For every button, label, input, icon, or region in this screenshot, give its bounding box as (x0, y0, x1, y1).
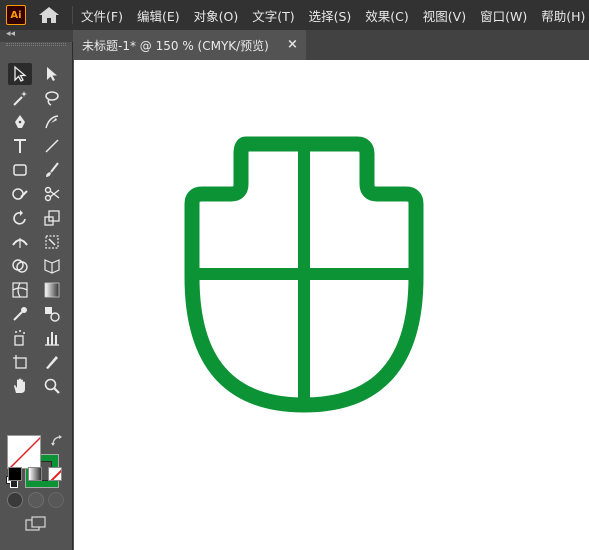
menu-effect[interactable]: 效果(C) (365, 6, 408, 25)
shape-builder-tool-icon[interactable] (8, 255, 32, 277)
app-logo: Ai (6, 5, 26, 25)
fill-color-swatch[interactable] (7, 435, 41, 469)
type-tool-icon[interactable] (8, 135, 32, 157)
document-tab-bar: 未标题-1* @ 150 % (CMYK/预览) × (74, 30, 589, 60)
screen-mode-icon[interactable] (25, 516, 47, 532)
symbol-sprayer-tool-icon[interactable] (8, 327, 32, 349)
gradient-mode-icon[interactable] (28, 467, 42, 481)
lasso-tool-icon[interactable] (40, 87, 64, 109)
slice-tool-icon[interactable] (40, 351, 64, 373)
mesh-tool-icon[interactable] (8, 279, 32, 301)
eyedropper-tool-icon[interactable] (8, 303, 32, 325)
shaper-tool-icon[interactable] (8, 183, 32, 205)
swap-fill-stroke-icon[interactable] (50, 434, 64, 448)
perspective-grid-tool-icon[interactable] (40, 255, 64, 277)
rectangle-tool-icon[interactable] (8, 159, 32, 181)
menu-divider (72, 6, 73, 24)
menu-help[interactable]: 帮助(H) (541, 6, 585, 25)
width-tool-icon[interactable] (8, 231, 32, 253)
hand-tool-icon[interactable] (8, 375, 32, 397)
tools-panel: ◂◂ (0, 29, 73, 550)
blend-tool-icon[interactable] (40, 303, 64, 325)
zoom-tool-icon[interactable] (40, 375, 64, 397)
tools-panel-header: ◂◂ (0, 29, 73, 42)
menu-view[interactable]: 视图(V) (423, 6, 466, 25)
draw-inside-icon[interactable] (48, 492, 64, 508)
artboard-tool-icon[interactable] (8, 351, 32, 373)
draw-normal-icon[interactable] (7, 492, 23, 508)
free-transform-tool-icon[interactable] (40, 231, 64, 253)
menu-object[interactable]: 对象(O) (194, 6, 239, 25)
collapse-panel-icon[interactable]: ◂◂ (6, 29, 15, 39)
line-segment-tool-icon[interactable] (40, 135, 64, 157)
draw-behind-icon[interactable] (28, 492, 44, 508)
menu-select[interactable]: 选择(S) (309, 6, 352, 25)
gradient-tool-icon[interactable] (40, 279, 64, 301)
menu-window[interactable]: 窗口(W) (480, 6, 527, 25)
selection-tool-icon[interactable] (8, 63, 32, 85)
paintbrush-tool-icon[interactable] (40, 159, 64, 181)
curvature-tool-icon[interactable] (40, 111, 64, 133)
menu-bar: Ai 文件(F) 编辑(E) 对象(O) 文字(T) 选择(S) 效果(C) 视… (0, 0, 589, 30)
artboard-canvas[interactable] (74, 60, 589, 550)
rotate-tool-icon[interactable] (8, 207, 32, 229)
scissors-tool-icon[interactable] (40, 183, 64, 205)
menu-type[interactable]: 文字(T) (252, 6, 294, 25)
menu-file[interactable]: 文件(F) (81, 6, 123, 25)
none-mode-icon[interactable] (48, 467, 62, 481)
direct-selection-tool-icon[interactable] (40, 63, 64, 85)
pen-tool-icon[interactable] (8, 111, 32, 133)
menu-items: 文件(F) 编辑(E) 对象(O) 文字(T) 选择(S) 效果(C) 视图(V… (81, 0, 589, 30)
document-tab-label: 未标题-1* @ 150 % (CMYK/预览) (82, 38, 269, 53)
column-graph-tool-icon[interactable] (40, 327, 64, 349)
close-icon[interactable]: × (287, 37, 298, 52)
scale-tool-icon[interactable] (40, 207, 64, 229)
menu-edit[interactable]: 编辑(E) (137, 6, 180, 25)
color-mode-icon[interactable] (8, 467, 22, 481)
document-tab[interactable]: 未标题-1* @ 150 % (CMYK/预览) × (74, 30, 306, 60)
shield-artwork[interactable] (184, 132, 424, 417)
home-icon[interactable] (38, 6, 60, 24)
magic-wand-tool-icon[interactable] (8, 87, 32, 109)
panel-grip[interactable] (6, 43, 66, 46)
